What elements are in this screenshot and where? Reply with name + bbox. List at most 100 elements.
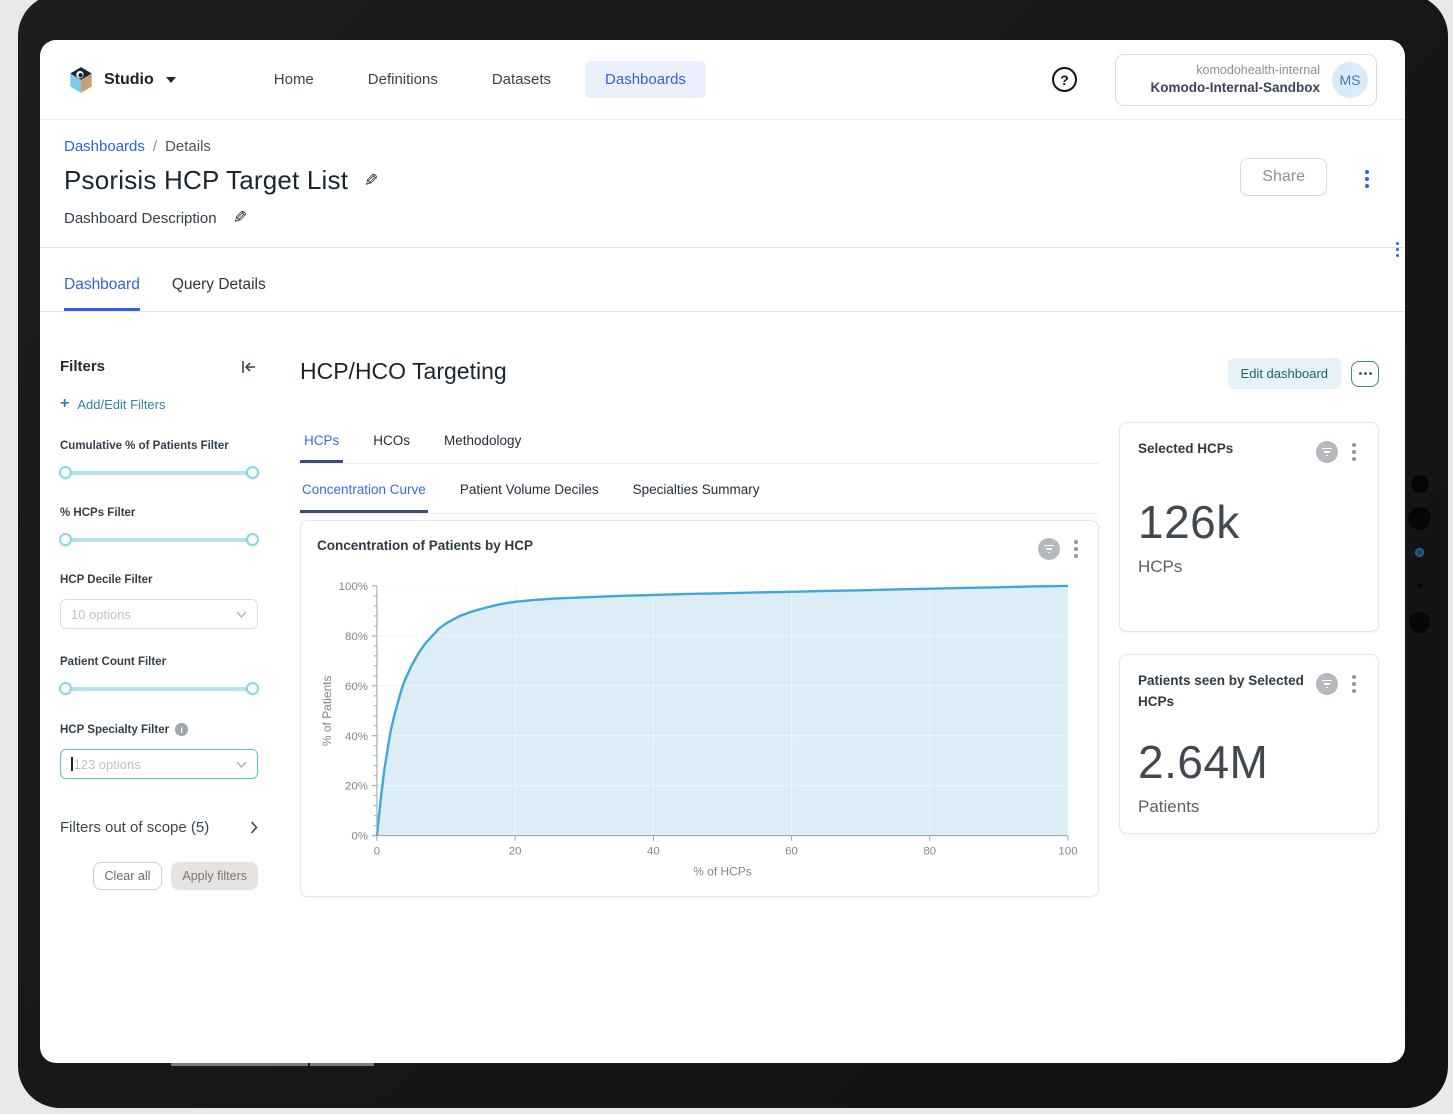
plus-icon: + [60, 395, 69, 413]
tab-dashboard[interactable]: Dashboard [64, 276, 140, 311]
card-more-options-kebab[interactable] [1348, 439, 1360, 465]
org-name: komodohealth-internal [1151, 62, 1321, 79]
add-edit-filters-label: Add/Edit Filters [77, 397, 165, 412]
slider-handle-min[interactable] [59, 682, 72, 695]
info-icon[interactable]: i [175, 723, 188, 736]
card-more-options-kebab[interactable] [1348, 671, 1360, 697]
tab-hcos[interactable]: HCOs [369, 433, 414, 463]
pct-hcps-range-slider[interactable] [60, 533, 258, 547]
filters-out-of-scope-label: Filters out of scope (5) [60, 819, 209, 836]
dashboard-widget-title: HCP/HCO Targeting [300, 358, 507, 385]
breadcrumb-dashboards-link[interactable]: Dashboards [64, 138, 145, 155]
filters-out-of-scope-row[interactable]: Filters out of scope (5) [60, 819, 258, 836]
hcp-hco-tabs: HCPs HCOs Methodology [300, 433, 1099, 464]
slider-track [65, 538, 253, 542]
divider-more-options-kebab[interactable] [1392, 238, 1403, 261]
tab-query-details[interactable]: Query Details [172, 276, 266, 311]
svg-text:20%: 20% [345, 781, 368, 793]
breadcrumb-current: Details [165, 138, 211, 155]
slider-track [65, 471, 253, 475]
slider-handle-max[interactable] [246, 466, 259, 479]
hcp-decile-select-value: 10 options [71, 607, 131, 622]
selected-hcps-value: 126k [1138, 495, 1360, 549]
chevron-right-icon [250, 821, 258, 834]
filter-label-hcp-specialty: HCP Specialty Filter i [60, 723, 258, 736]
camera-dot [1409, 612, 1430, 633]
more-options-button[interactable] [1351, 361, 1379, 387]
collapse-panel-icon[interactable] [240, 359, 258, 375]
concentration-curve-svg: 0%20%40%60%80%100%020406080100% of HCPs%… [317, 570, 1082, 886]
filter-label-pct-hcps: % HCPs Filter [60, 507, 258, 519]
tab-hcps[interactable]: HCPs [300, 433, 343, 463]
header-more-options-kebab[interactable] [1361, 166, 1373, 192]
page-title: Psorisis HCP Target List [64, 165, 348, 196]
svg-text:0%: 0% [351, 831, 368, 843]
device-frame: Studio Home Definitions Datasets Dashboa… [18, 0, 1448, 1108]
page-header: Dashboards / Details Psorisis HCP Target… [40, 120, 1405, 247]
slider-handle-min[interactable] [59, 466, 72, 479]
clear-all-button[interactable]: Clear all [93, 862, 163, 890]
hcp-decile-select[interactable]: 10 options [60, 599, 258, 629]
chevron-down-icon [236, 611, 247, 618]
svg-text:40%: 40% [345, 731, 368, 743]
nav-item-dashboards[interactable]: Dashboards [585, 61, 706, 98]
chevron-down-icon [236, 761, 247, 768]
komodo-logo-icon [68, 66, 94, 94]
hcp-specialty-label-text: HCP Specialty Filter [60, 724, 169, 736]
card-filter-icon[interactable] [1316, 441, 1338, 463]
topnav-right: ? komodohealth-internal Komodo-Internal-… [1052, 54, 1377, 106]
patients-seen-card: Patients seen by Selected HCPs 2.64M Pat… [1119, 654, 1379, 834]
subtab-concentration-curve[interactable]: Concentration Curve [300, 482, 428, 513]
app-window: Studio Home Definitions Datasets Dashboa… [40, 40, 1405, 1063]
camera-dot [1418, 583, 1423, 588]
text-cursor [71, 757, 73, 771]
nav-item-definitions[interactable]: Definitions [348, 61, 458, 98]
patient-count-range-slider[interactable] [60, 682, 258, 696]
org-switcher[interactable]: komodohealth-internal Komodo-Internal-Sa… [1115, 54, 1377, 106]
selected-hcps-card: Selected HCPs 126k HCPs [1119, 422, 1379, 632]
hcp-specialty-select-value: 123 options [74, 757, 141, 772]
top-navigation: Studio Home Definitions Datasets Dashboa… [40, 40, 1405, 120]
nav-item-home[interactable]: Home [254, 61, 334, 98]
edit-description-pencil-icon[interactable]: ✎ [233, 208, 247, 228]
help-icon[interactable]: ? [1052, 67, 1077, 92]
subtab-specialties-summary[interactable]: Specialties Summary [631, 482, 762, 513]
apply-filters-button[interactable]: Apply filters [171, 862, 258, 890]
chart-column: HCPs HCOs Methodology Concentration Curv… [300, 389, 1099, 897]
svg-text:40: 40 [647, 846, 660, 858]
card-filter-icon[interactable] [1316, 673, 1338, 695]
edit-title-pencil-icon[interactable]: ✎ [364, 171, 378, 191]
chart-filter-icon[interactable] [1038, 538, 1060, 560]
dashboard-main: HCP/HCO Targeting Edit dashboard HCPs HC… [300, 358, 1379, 897]
slider-handle-max[interactable] [246, 682, 259, 695]
share-button[interactable]: Share [1240, 158, 1327, 196]
tab-methodology[interactable]: Methodology [440, 433, 525, 463]
nav-item-datasets[interactable]: Datasets [472, 61, 571, 98]
camera-dot [1408, 507, 1431, 530]
svg-text:80: 80 [923, 846, 936, 858]
svg-text:100%: 100% [339, 581, 368, 593]
cumulative-patients-range-slider[interactable] [60, 466, 258, 480]
breadcrumb-separator: / [153, 138, 157, 155]
svg-text:% of HCPs: % of HCPs [693, 865, 752, 879]
patients-seen-value: 2.64M [1138, 735, 1360, 789]
slider-handle-max[interactable] [246, 533, 259, 546]
avatar[interactable]: MS [1332, 62, 1368, 98]
filters-panel: Filters + Add/Edit Filters Cumulative % … [60, 358, 258, 897]
edit-dashboard-button[interactable]: Edit dashboard [1228, 358, 1341, 389]
stat-card-title: Patients seen by Selected HCPs [1138, 671, 1308, 713]
add-edit-filters-button[interactable]: + Add/Edit Filters [60, 395, 258, 413]
svg-text:0: 0 [374, 846, 380, 858]
org-text: komodohealth-internal Komodo-Internal-Sa… [1151, 62, 1321, 97]
studio-brand-menu[interactable]: Studio [68, 66, 176, 94]
camera-indicator-light [1415, 548, 1424, 557]
svg-text:80%: 80% [345, 631, 368, 643]
filter-label-patient-count: Patient Count Filter [60, 656, 258, 668]
hcp-specialty-select[interactable]: 123 options [60, 749, 258, 779]
subtab-patient-volume-deciles[interactable]: Patient Volume Deciles [458, 482, 601, 513]
stat-card-title: Selected HCPs [1138, 439, 1233, 460]
org-workspace: Komodo-Internal-Sandbox [1151, 79, 1321, 97]
svg-text:60: 60 [785, 846, 798, 858]
chart-more-options-kebab[interactable] [1070, 536, 1082, 562]
slider-handle-min[interactable] [59, 533, 72, 546]
